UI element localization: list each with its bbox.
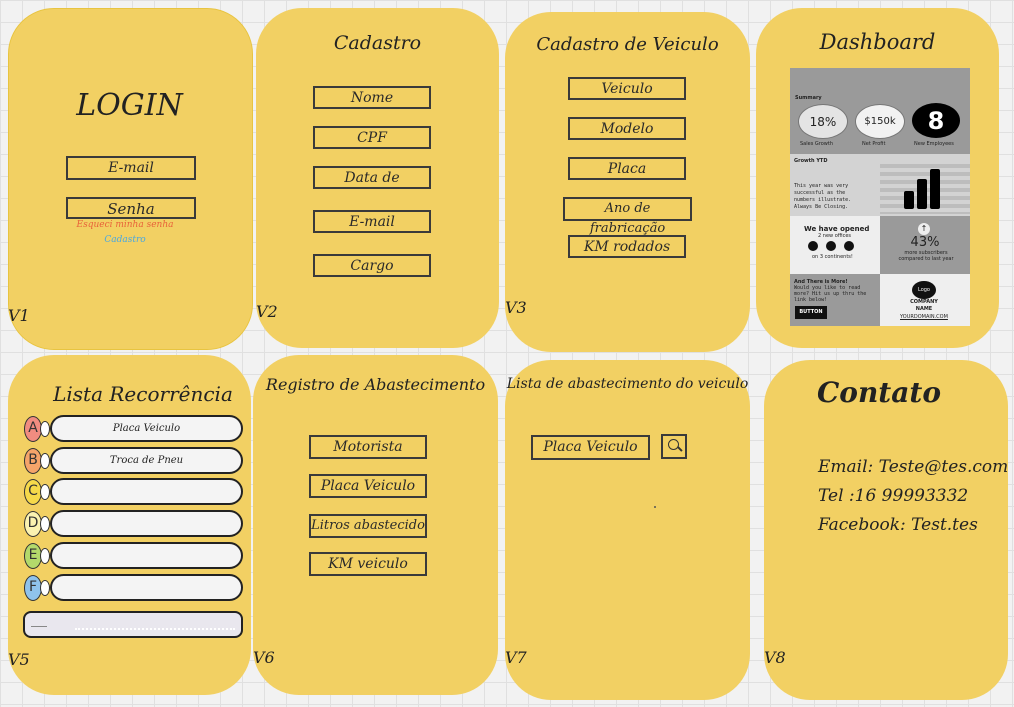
version-label: V3 bbox=[505, 298, 527, 317]
input-placeholder-line bbox=[31, 626, 47, 627]
dashboard-mockup: Summary 18% $150k 8 Sales Growth Net Pro… bbox=[790, 68, 970, 326]
cpf-field[interactable]: CPF bbox=[313, 126, 431, 149]
domain-link[interactable]: YOURDOMAIN.COM bbox=[900, 314, 948, 320]
list-item[interactable] bbox=[50, 510, 243, 537]
stat-label: Net Profit bbox=[862, 141, 886, 147]
bar bbox=[904, 191, 914, 209]
summary-label: Summary bbox=[795, 95, 822, 101]
lista-abastecimento-title: Lista de abastecimento do veiculo bbox=[506, 376, 749, 392]
veiculo-field[interactable]: Veiculo bbox=[568, 77, 686, 100]
search-button[interactable] bbox=[661, 434, 687, 459]
nome-field[interactable]: Nome bbox=[313, 86, 431, 109]
version-label: V2 bbox=[256, 302, 278, 321]
opened-sub2: on 3 continents! bbox=[812, 254, 853, 260]
login-title: LOGIN bbox=[76, 88, 183, 123]
list-item[interactable]: Troca de Pneu bbox=[50, 447, 243, 474]
arrow-up-icon: ↑ bbox=[918, 223, 930, 235]
contact-email[interactable]: Email: Teste@tes.com bbox=[818, 457, 1008, 477]
growth-title: Growth YTD bbox=[794, 158, 828, 164]
growth-text: This year was very successful as the num… bbox=[794, 183, 852, 210]
dashboard-title: Dashboard bbox=[819, 30, 936, 54]
percent-sub: more subscribers compared to last year bbox=[898, 250, 954, 262]
row-handle[interactable] bbox=[40, 580, 50, 596]
globe-icon bbox=[826, 241, 836, 251]
contact-facebook[interactable]: Facebook: Test.tes bbox=[818, 515, 978, 535]
version-label: V1 bbox=[8, 306, 30, 325]
modelo-field[interactable]: Modelo bbox=[568, 117, 686, 140]
list-item[interactable] bbox=[50, 542, 243, 569]
placa-veiculo-field[interactable]: Placa Veiculo bbox=[309, 474, 427, 498]
km-field[interactable]: KM rodados bbox=[568, 235, 686, 258]
version-label: V8 bbox=[764, 648, 786, 667]
list-item[interactable] bbox=[50, 574, 243, 601]
email-field[interactable]: E-mail bbox=[66, 156, 196, 180]
email-field[interactable]: E-mail bbox=[313, 210, 431, 233]
new-item-input[interactable] bbox=[23, 611, 243, 638]
password-field[interactable]: Senha bbox=[66, 197, 196, 219]
version-label: V7 bbox=[505, 648, 527, 667]
registro-title: Registro de Abastecimento bbox=[265, 375, 486, 394]
list-item[interactable] bbox=[50, 478, 243, 505]
ano-field[interactable]: Ano de frabricação bbox=[563, 197, 692, 236]
placa-field[interactable]: Placa bbox=[568, 157, 686, 180]
row-handle[interactable] bbox=[40, 548, 50, 564]
row-handle[interactable] bbox=[40, 453, 50, 469]
dashboard-button[interactable]: BUTTON bbox=[795, 306, 827, 319]
cadastro-title: Cadastro bbox=[333, 32, 422, 54]
opened-sub: 2 new offices bbox=[818, 233, 852, 239]
search-icon bbox=[668, 439, 679, 450]
lista-title: Lista Recorrência bbox=[53, 382, 233, 406]
cadastro-veiculo-title: Cadastro de Veiculo bbox=[536, 34, 719, 55]
stat-label: New Employees bbox=[914, 141, 954, 147]
growth-chart bbox=[880, 160, 970, 214]
opened-title: We have opened bbox=[804, 225, 870, 233]
row-handle[interactable] bbox=[40, 484, 50, 500]
bar bbox=[930, 169, 940, 209]
stat-label: Sales Growth bbox=[800, 141, 833, 147]
data-field[interactable]: Data de bbox=[313, 166, 431, 189]
globe-icon bbox=[844, 241, 854, 251]
contact-phone: Tel :16 99993332 bbox=[818, 486, 969, 506]
company-name: COMPANY NAME bbox=[910, 299, 938, 312]
motorista-field[interactable]: Motorista bbox=[309, 435, 427, 459]
km-veiculo-field[interactable]: KM veiculo bbox=[309, 552, 427, 576]
cadastro-link[interactable]: Cadastro bbox=[60, 235, 190, 245]
search-icon-handle bbox=[677, 446, 683, 452]
stat-new-employees: 8 bbox=[912, 103, 960, 138]
forgot-password-link[interactable]: Esqueci minha senha bbox=[60, 220, 190, 230]
version-label: V6 bbox=[253, 648, 275, 667]
version-label: V5 bbox=[8, 650, 30, 669]
list-item[interactable]: Placa Veiculo bbox=[50, 415, 243, 442]
stat-net-profit: $150k bbox=[855, 104, 905, 139]
row-handle[interactable] bbox=[40, 516, 50, 532]
row-handle[interactable] bbox=[40, 421, 50, 437]
more-text: Would you like to read more? Hit us up t… bbox=[794, 285, 867, 303]
dotted-line bbox=[75, 628, 235, 630]
percent-value: 43% bbox=[910, 235, 940, 250]
bar bbox=[917, 179, 927, 209]
placa-search-field[interactable]: Placa Veiculo bbox=[531, 435, 650, 460]
logo: Logo bbox=[912, 281, 936, 299]
cargo-field[interactable]: Cargo bbox=[313, 254, 431, 277]
contato-title: Contato bbox=[816, 376, 941, 409]
litros-field[interactable]: Litros abastecido bbox=[309, 514, 427, 538]
dot bbox=[654, 506, 656, 508]
stat-sales-growth: 18% bbox=[798, 104, 848, 139]
globe-icon bbox=[808, 241, 818, 251]
